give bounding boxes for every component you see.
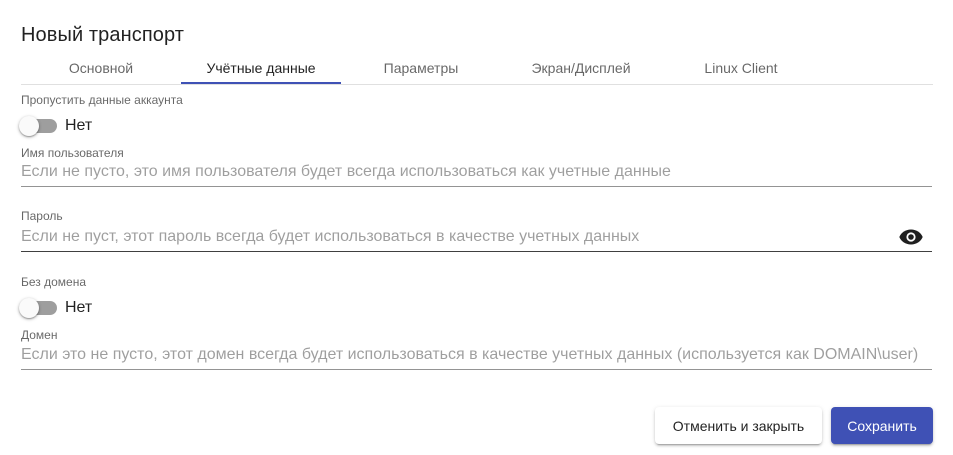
username-label: Имя пользователя <box>21 146 124 160</box>
tab-parameters[interactable]: Параметры <box>341 52 501 84</box>
domain-field-wrapper <box>21 342 932 370</box>
active-tab-indicator <box>181 82 341 84</box>
toggle-thumb[interactable] <box>19 116 39 136</box>
domain-label: Домен <box>21 328 58 342</box>
tab-credentials[interactable]: Учётные данные <box>181 52 341 84</box>
password-field-wrapper <box>21 224 932 252</box>
tab-main[interactable]: Основной <box>21 52 181 84</box>
username-input[interactable] <box>21 159 932 185</box>
new-transport-dialog: Новый транспорт Основной Учётные данные … <box>0 0 953 455</box>
toggle-track[interactable] <box>19 116 57 136</box>
save-button[interactable]: Сохранить <box>831 407 933 444</box>
domain-input[interactable] <box>21 342 932 368</box>
tab-display[interactable]: Экран/Дисплей <box>501 52 661 84</box>
password-input[interactable] <box>21 224 891 250</box>
skip-account-label: Пропустить данные аккаунта <box>21 93 183 107</box>
username-field-wrapper <box>21 159 932 187</box>
no-domain-toggle[interactable]: Нет <box>19 298 93 318</box>
password-label: Пароль <box>21 209 63 223</box>
cancel-and-close-button[interactable]: Отменить и закрыть <box>655 407 822 444</box>
toggle-track[interactable] <box>19 298 57 318</box>
tab-linux-client[interactable]: Linux Client <box>661 52 821 84</box>
skip-account-value: Нет <box>65 117 93 134</box>
eye-icon[interactable] <box>899 229 923 245</box>
skip-account-toggle[interactable]: Нет <box>19 116 93 136</box>
tab-bar: Основной Учётные данные Параметры Экран/… <box>21 52 933 85</box>
no-domain-label: Без домена <box>21 275 87 289</box>
dialog-title: Новый транспорт <box>21 24 185 46</box>
toggle-thumb[interactable] <box>19 298 39 318</box>
no-domain-value: Нет <box>65 299 93 316</box>
